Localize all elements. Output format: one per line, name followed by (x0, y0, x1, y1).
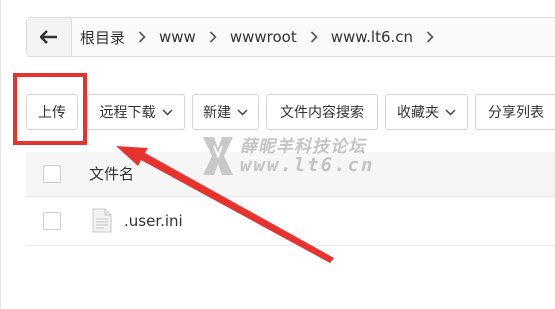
content-search-label: 文件内容搜索 (280, 105, 364, 121)
breadcrumb-www[interactable]: www (159, 28, 196, 46)
new-button[interactable]: 新建 (192, 94, 259, 130)
chevron-right-icon (426, 31, 434, 43)
remote-download-button[interactable]: 远程下载 (87, 94, 185, 130)
select-all-checkbox[interactable] (43, 165, 61, 183)
chevron-down-icon (237, 108, 248, 116)
breadcrumb-wwwroot[interactable]: wwwroot (230, 28, 297, 46)
favorites-label: 收藏夹 (397, 105, 439, 121)
chevron-down-icon (445, 108, 456, 116)
back-button[interactable] (27, 18, 72, 56)
upload-label: 上传 (38, 105, 66, 121)
row-checkbox[interactable] (43, 212, 61, 230)
chevron-right-icon (209, 31, 217, 43)
arrow-left-icon (40, 30, 57, 44)
column-header-filename[interactable]: 文件名 (89, 152, 134, 196)
panel-left-border (0, 0, 1, 309)
breadcrumb: 根目录 www wwwroot www.lt6.cn (26, 17, 555, 57)
new-label: 新建 (203, 105, 231, 121)
chevron-right-icon (138, 31, 146, 43)
favorites-button[interactable]: 收藏夹 (385, 94, 468, 130)
breadcrumb-site[interactable]: www.lt6.cn (331, 28, 413, 46)
remote-download-label: 远程下载 (99, 105, 156, 121)
chevron-down-icon (161, 108, 173, 116)
file-row[interactable]: .user.ini (26, 197, 555, 246)
file-list-header: 文件名 (26, 152, 555, 197)
file-icon (92, 208, 112, 233)
chevron-right-icon (310, 31, 318, 43)
share-list-button[interactable]: 分享列表 (475, 94, 555, 130)
breadcrumb-root[interactable]: 根目录 (80, 27, 125, 48)
content-search-button[interactable]: 文件内容搜索 (266, 94, 378, 130)
upload-button[interactable]: 上传 (26, 94, 78, 130)
share-list-label: 分享列表 (488, 105, 544, 121)
file-name[interactable]: .user.ini (124, 197, 183, 245)
